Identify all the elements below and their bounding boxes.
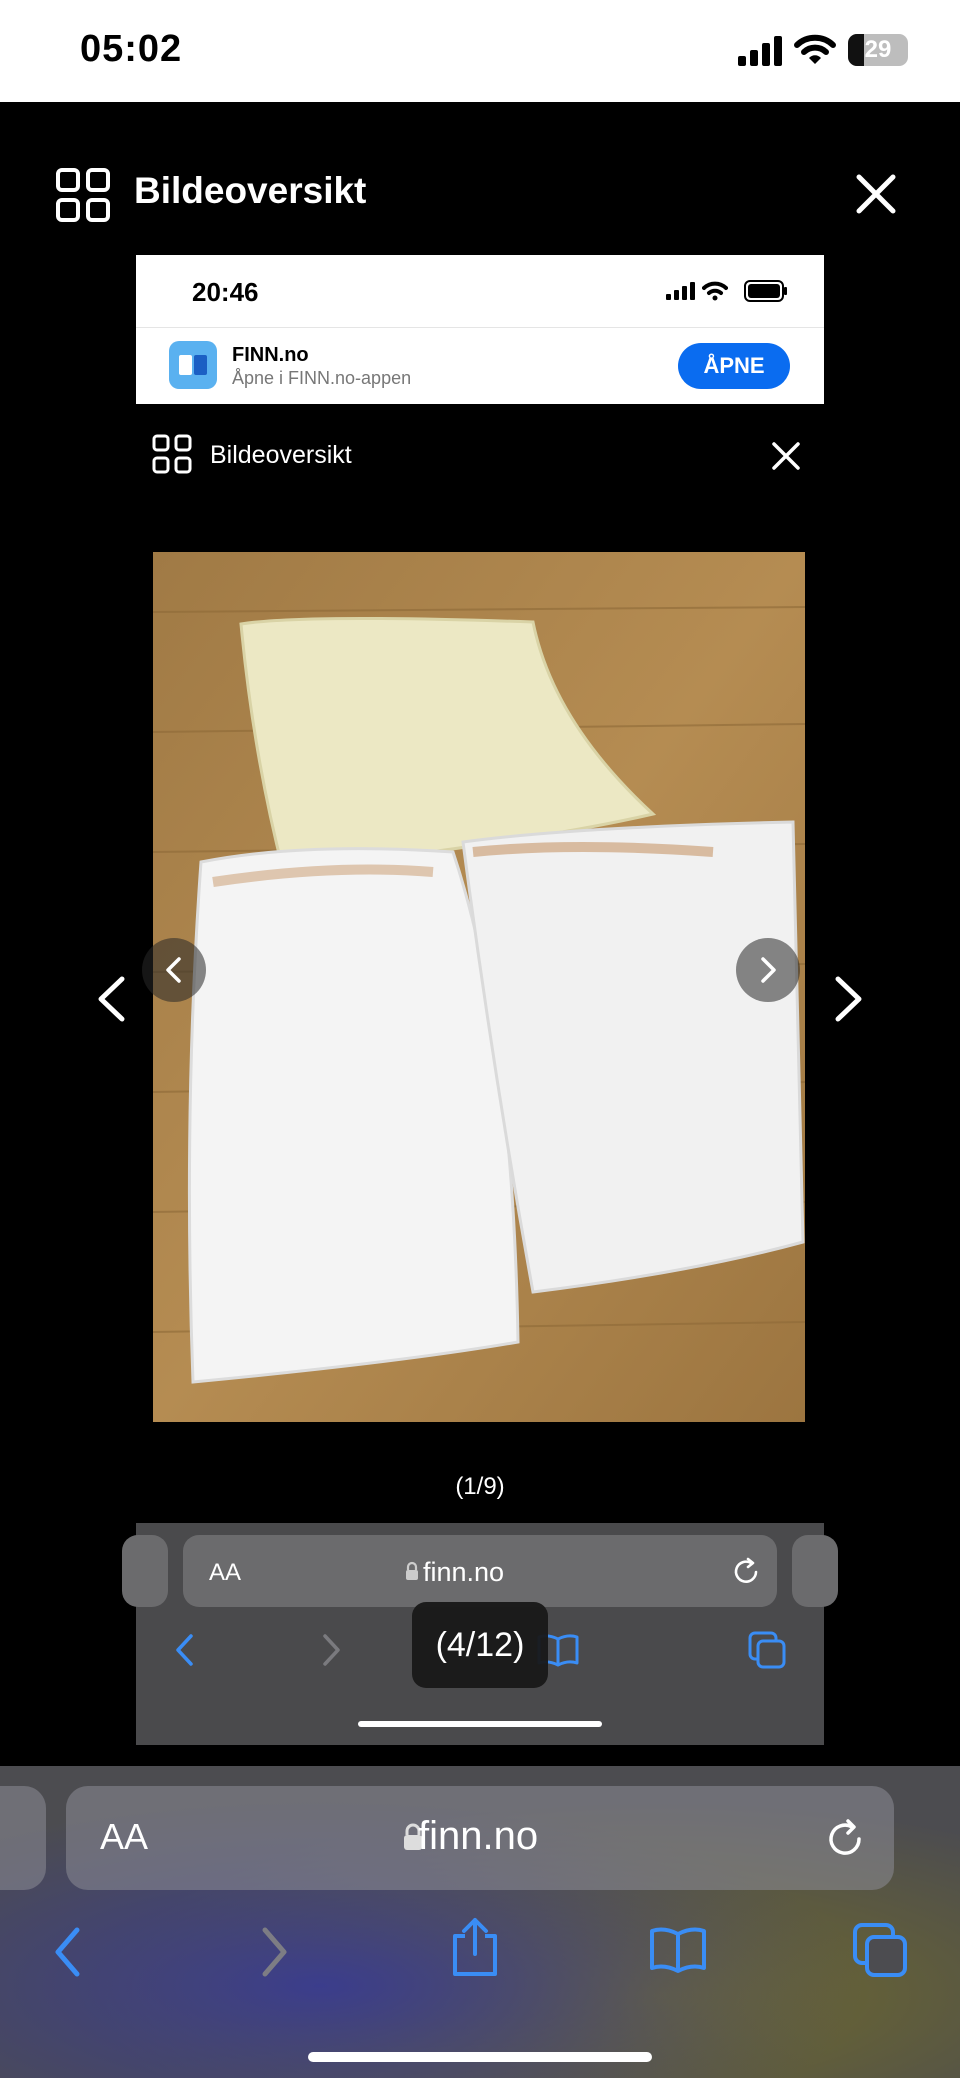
signal-icon <box>738 36 784 66</box>
inner-status-bar: 20:46 <box>136 255 824 327</box>
lightbox-title: Bildeoversikt <box>134 170 367 211</box>
chevron-right-icon <box>322 1633 342 1667</box>
inner-prev-button <box>142 938 206 1002</box>
url-domain[interactable]: finn.no <box>418 1814 538 1859</box>
tabs-icon <box>748 1631 786 1669</box>
chevron-left-icon <box>174 1633 194 1667</box>
image-counter-overlay: (4/12) <box>412 1602 548 1688</box>
inner-prev-tab-stub <box>122 1535 168 1607</box>
grid-icon <box>152 434 192 474</box>
inner-url-bar: AA finn.no <box>183 1535 777 1607</box>
inner-next-button <box>736 938 800 1002</box>
prev-tab-stub[interactable] <box>0 1786 46 1890</box>
status-bar: 05:02 29 <box>0 0 960 102</box>
app-banner: FINN.no Åpne i FINN.no-appen ÅPNE <box>136 327 824 404</box>
inner-status-time: 20:46 <box>192 277 259 307</box>
inner-reader-aa: AA <box>209 1559 242 1586</box>
gallery-image: 20:46 FINN.no Åpne i FINN.no-appen ÅPNE … <box>122 255 838 1745</box>
inner-home-indicator <box>358 1721 602 1727</box>
wifi-icon <box>702 281 728 301</box>
chevron-right-icon <box>760 956 778 984</box>
inner-url-domain: finn.no <box>423 1557 505 1587</box>
wifi-icon <box>794 34 836 66</box>
reload-icon[interactable] <box>824 1818 866 1860</box>
finn-app-icon <box>169 341 217 389</box>
share-icon[interactable] <box>450 1916 500 1978</box>
chevron-left-icon[interactable] <box>96 976 126 1022</box>
chevron-right-icon[interactable] <box>834 976 864 1022</box>
forward-button[interactable] <box>260 1926 290 1978</box>
status-time: 05:02 <box>80 28 183 70</box>
battery-indicator: 29 <box>848 34 908 66</box>
back-button[interactable] <box>52 1926 82 1978</box>
home-indicator <box>308 2052 652 2062</box>
inner-next-tab-stub <box>792 1535 838 1607</box>
inner-image-counter: (1/9) <box>455 1473 505 1500</box>
reader-aa-button[interactable]: AA <box>100 1816 148 1858</box>
battery-level: 29 <box>864 36 892 63</box>
battery-icon <box>744 280 788 302</box>
grid-icon[interactable] <box>56 168 112 224</box>
tabs-icon[interactable] <box>852 1922 908 1978</box>
open-app-button[interactable]: ÅPNE <box>678 343 790 389</box>
close-icon <box>772 442 800 470</box>
lock-icon <box>405 1561 419 1581</box>
safari-toolbar: AA finn.no <box>0 1766 960 2078</box>
pillows-photo <box>153 552 805 1422</box>
app-subtitle: Åpne i FINN.no-appen <box>232 368 412 388</box>
reload-icon <box>731 1557 761 1587</box>
url-bar[interactable]: AA finn.no <box>66 1786 894 1890</box>
signal-icon <box>666 282 696 300</box>
bookmarks-icon[interactable] <box>648 1926 708 1974</box>
app-name: FINN.no <box>232 344 309 366</box>
inner-lightbox-title: Bildeoversikt <box>210 441 352 469</box>
close-icon[interactable] <box>856 174 896 214</box>
chevron-left-icon <box>164 956 182 984</box>
